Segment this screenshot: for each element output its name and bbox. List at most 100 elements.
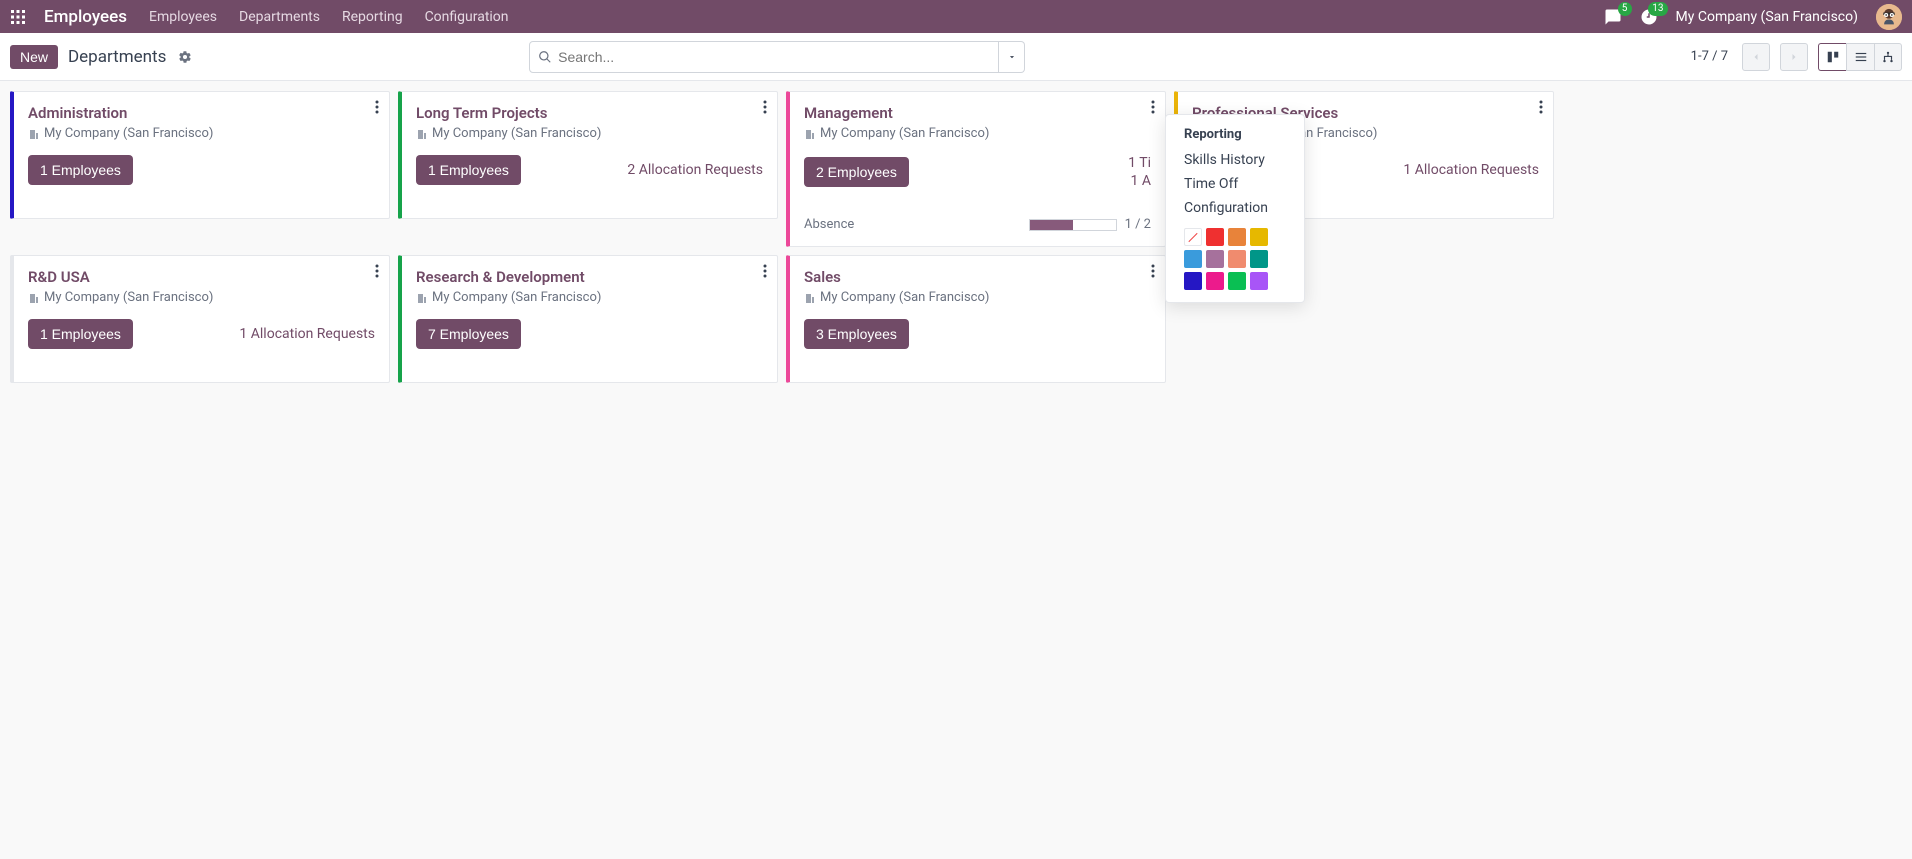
- card-kebab[interactable]: [1151, 264, 1155, 282]
- toolbar: New Departments 1-7 / 7: [0, 33, 1912, 81]
- card-company: My Company (San Francisco): [416, 126, 763, 141]
- card-popover: Reporting Skills History Time Off Config…: [1165, 114, 1305, 303]
- allocation-link[interactable]: 2 Allocation Requests: [627, 162, 763, 178]
- absence-text: 1 / 2: [1125, 217, 1151, 232]
- list-icon: [1854, 50, 1868, 64]
- breadcrumb: Departments: [68, 47, 166, 67]
- absence-bar: [1029, 219, 1117, 231]
- card-company: My Company (San Francisco): [804, 126, 1151, 141]
- popover-item-skills-history[interactable]: Skills History: [1166, 148, 1304, 172]
- nav-departments[interactable]: Departments: [239, 9, 320, 25]
- popover-item-time-off[interactable]: Time Off: [1166, 172, 1304, 196]
- card-title: R&D USA: [28, 268, 375, 286]
- color-yellow[interactable]: [1250, 228, 1268, 246]
- building-icon: [28, 292, 40, 304]
- view-list[interactable]: [1846, 43, 1874, 71]
- color-orange[interactable]: [1228, 228, 1246, 246]
- card-title: Management: [804, 104, 1151, 122]
- color-green[interactable]: [1228, 272, 1246, 290]
- building-icon: [804, 292, 816, 304]
- allocation-link[interactable]: 1 Allocation Requests: [1403, 162, 1539, 178]
- employees-button[interactable]: 3 Employees: [804, 319, 909, 349]
- card-kebab[interactable]: [763, 100, 767, 118]
- color-pink[interactable]: [1206, 272, 1224, 290]
- toolbar-right: 1-7 / 7: [1691, 43, 1902, 71]
- topbar: Employees Employees Departments Reportin…: [0, 0, 1912, 33]
- nav-employees[interactable]: Employees: [149, 9, 217, 25]
- pager-text: 1-7 / 7: [1691, 49, 1728, 64]
- absence-label: Absence: [804, 217, 854, 232]
- popover-header: Reporting: [1166, 125, 1304, 148]
- popover-item-configuration[interactable]: Configuration: [1166, 196, 1304, 220]
- nav-links: Employees Departments Reporting Configur…: [149, 9, 509, 25]
- card-title: Administration: [28, 104, 375, 122]
- card-research-development[interactable]: Research & Development My Company (San F…: [398, 255, 778, 383]
- new-button[interactable]: New: [10, 45, 58, 69]
- card-kebab[interactable]: [1151, 100, 1155, 118]
- card-administration[interactable]: Administration My Company (San Francisco…: [10, 91, 390, 219]
- card-company: My Company (San Francisco): [416, 290, 763, 305]
- employees-button[interactable]: 1 Employees: [416, 155, 521, 185]
- color-mauve[interactable]: [1206, 250, 1224, 268]
- avatar[interactable]: [1876, 4, 1902, 30]
- allocation-link[interactable]: 1 Allocation Requests: [239, 326, 375, 342]
- color-teal[interactable]: [1250, 250, 1268, 268]
- building-icon: [28, 128, 40, 140]
- search-options-toggle[interactable]: [999, 41, 1025, 73]
- color-purple[interactable]: [1250, 272, 1268, 290]
- kanban-icon: [1826, 50, 1840, 64]
- color-none[interactable]: [1184, 228, 1202, 246]
- card-kebab[interactable]: [1539, 100, 1543, 118]
- nav-configuration[interactable]: Configuration: [425, 9, 509, 25]
- building-icon: [804, 128, 816, 140]
- card-company: My Company (San Francisco): [804, 290, 1151, 305]
- view-hierarchy[interactable]: [1874, 43, 1902, 71]
- color-grid: [1166, 220, 1304, 290]
- card-kebab[interactable]: [375, 100, 379, 118]
- caret-down-icon: [1007, 52, 1017, 62]
- company-switcher[interactable]: My Company (San Francisco): [1676, 9, 1858, 25]
- card-title: Sales: [804, 268, 1151, 286]
- card-kebab[interactable]: [375, 264, 379, 282]
- nav-reporting[interactable]: Reporting: [342, 9, 403, 25]
- view-switcher: [1818, 43, 1902, 71]
- view-kanban[interactable]: [1818, 43, 1846, 71]
- search-box[interactable]: [529, 41, 999, 73]
- color-salmon[interactable]: [1228, 250, 1246, 268]
- search-icon: [538, 50, 552, 64]
- color-blue[interactable]: [1184, 272, 1202, 290]
- pager-next[interactable]: [1780, 43, 1808, 71]
- employees-button[interactable]: 2 Employees: [804, 157, 909, 187]
- building-icon: [416, 128, 428, 140]
- card-management[interactable]: Management My Company (San Francisco) 2 …: [786, 91, 1166, 247]
- color-lightblue[interactable]: [1184, 250, 1202, 268]
- employees-button[interactable]: 7 Employees: [416, 319, 521, 349]
- employees-button[interactable]: 1 Employees: [28, 319, 133, 349]
- apps-icon[interactable]: [10, 9, 26, 25]
- card-kebab[interactable]: [763, 264, 767, 282]
- search-input[interactable]: [558, 49, 990, 65]
- messages-icon[interactable]: 5: [1604, 8, 1622, 26]
- activities-icon[interactable]: 13: [1640, 8, 1658, 26]
- card-company: My Company (San Francisco): [28, 126, 375, 141]
- color-red[interactable]: [1206, 228, 1224, 246]
- hierarchy-icon: [1881, 50, 1895, 64]
- search-wrap: [529, 41, 1025, 73]
- employees-button[interactable]: 1 Employees: [28, 155, 133, 185]
- card-long-term-projects[interactable]: Long Term Projects My Company (San Franc…: [398, 91, 778, 219]
- allocation-link[interactable]: 1 A: [1131, 173, 1151, 189]
- card-title: Research & Development: [416, 268, 763, 286]
- kanban-board: Administration My Company (San Francisco…: [0, 81, 1912, 393]
- card-rnd-usa[interactable]: R&D USA My Company (San Francisco) 1 Emp…: [10, 255, 390, 383]
- card-title: Long Term Projects: [416, 104, 763, 122]
- app-brand[interactable]: Employees: [44, 7, 127, 27]
- messages-badge: 5: [1618, 2, 1632, 16]
- chevron-left-icon: [1750, 51, 1762, 63]
- card-sales[interactable]: Sales My Company (San Francisco) 3 Emplo…: [786, 255, 1166, 383]
- card-company: My Company (San Francisco): [28, 290, 375, 305]
- timeoff-link[interactable]: 1 Ti: [1128, 155, 1151, 171]
- gear-icon[interactable]: [178, 50, 192, 64]
- pager-prev[interactable]: [1742, 43, 1770, 71]
- absence-row: Absence 1 / 2: [804, 207, 1151, 232]
- building-icon: [416, 292, 428, 304]
